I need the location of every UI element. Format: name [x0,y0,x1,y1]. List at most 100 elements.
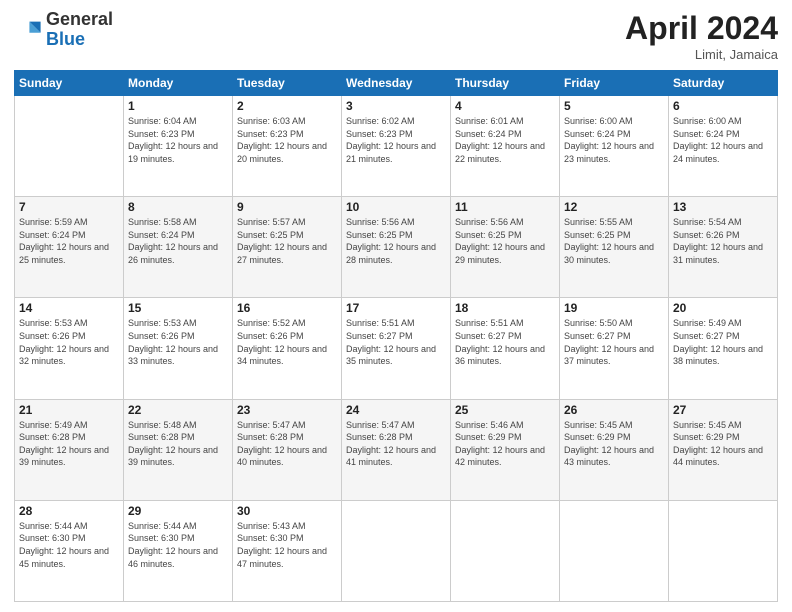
title-block: April 2024 Limit, Jamaica [625,10,778,62]
day-info: Sunrise: 5:56 AMSunset: 6:25 PMDaylight:… [455,216,555,266]
day-number: 22 [128,403,228,417]
day-info: Sunrise: 6:04 AMSunset: 6:23 PMDaylight:… [128,115,228,165]
location: Limit, Jamaica [625,47,778,62]
day-info: Sunrise: 5:48 AMSunset: 6:28 PMDaylight:… [128,419,228,469]
day-info: Sunrise: 5:51 AMSunset: 6:27 PMDaylight:… [346,317,446,367]
calendar-cell: 21 Sunrise: 5:49 AMSunset: 6:28 PMDayligh… [15,399,124,500]
day-info: Sunrise: 5:58 AMSunset: 6:24 PMDaylight:… [128,216,228,266]
general-blue-icon [14,16,42,44]
day-info: Sunrise: 5:57 AMSunset: 6:25 PMDaylight:… [237,216,337,266]
day-info: Sunrise: 5:50 AMSunset: 6:27 PMDaylight:… [564,317,664,367]
day-info: Sunrise: 5:54 AMSunset: 6:26 PMDaylight:… [673,216,773,266]
day-info: Sunrise: 5:52 AMSunset: 6:26 PMDaylight:… [237,317,337,367]
month-title: April 2024 [625,10,778,47]
day-info: Sunrise: 5:51 AMSunset: 6:27 PMDaylight:… [455,317,555,367]
week-row-2: 7 Sunrise: 5:59 AMSunset: 6:24 PMDaylight… [15,197,778,298]
day-number: 20 [673,301,773,315]
calendar-cell: 5 Sunrise: 6:00 AMSunset: 6:24 PMDaylight… [560,96,669,197]
day-number: 23 [237,403,337,417]
calendar-cell: 9 Sunrise: 5:57 AMSunset: 6:25 PMDaylight… [233,197,342,298]
calendar-cell: 27Sunrise: 5:45 AMSunset: 6:29 PMDayligh… [669,399,778,500]
week-row-1: 1 Sunrise: 6:04 AMSunset: 6:23 PMDaylight… [15,96,778,197]
calendar-cell: 8 Sunrise: 5:58 AMSunset: 6:24 PMDaylight… [124,197,233,298]
weekday-header-thursday: Thursday [451,71,560,96]
weekday-header-row: SundayMondayTuesdayWednesdayThursdayFrid… [15,71,778,96]
calendar-cell: 6 Sunrise: 6:00 AMSunset: 6:24 PMDaylight… [669,96,778,197]
day-number: 17 [346,301,446,315]
calendar-cell: 26 Sunrise: 5:45 AMSunset: 6:29 PMDayligh… [560,399,669,500]
week-row-5: 28 Sunrise: 5:44 AMSunset: 6:30 PMDayligh… [15,500,778,601]
day-number: 7 [19,200,119,214]
day-number: 28 [19,504,119,518]
day-info: Sunrise: 5:56 AMSunset: 6:25 PMDaylight:… [346,216,446,266]
calendar-cell: 13Sunrise: 5:54 AMSunset: 6:26 PMDayligh… [669,197,778,298]
day-info: Sunrise: 5:55 AMSunset: 6:25 PMDaylight:… [564,216,664,266]
day-number: 19 [564,301,664,315]
weekday-header-wednesday: Wednesday [342,71,451,96]
calendar-cell: 16 Sunrise: 5:52 AMSunset: 6:26 PMDayligh… [233,298,342,399]
day-info: Sunrise: 5:49 AMSunset: 6:28 PMDaylight:… [19,419,119,469]
week-row-3: 14Sunrise: 5:53 AMSunset: 6:26 PMDayligh… [15,298,778,399]
calendar-cell: 28 Sunrise: 5:44 AMSunset: 6:30 PMDayligh… [15,500,124,601]
day-number: 2 [237,99,337,113]
logo-blue: Blue [46,29,85,49]
calendar-cell [560,500,669,601]
day-number: 3 [346,99,446,113]
header: General Blue April 2024 Limit, Jamaica [14,10,778,62]
calendar-cell: 14Sunrise: 5:53 AMSunset: 6:26 PMDayligh… [15,298,124,399]
page: General Blue April 2024 Limit, Jamaica S… [0,0,792,612]
day-number: 11 [455,200,555,214]
day-number: 18 [455,301,555,315]
day-info: Sunrise: 6:02 AMSunset: 6:23 PMDaylight:… [346,115,446,165]
day-number: 15 [128,301,228,315]
day-info: Sunrise: 6:00 AMSunset: 6:24 PMDaylight:… [564,115,664,165]
weekday-header-tuesday: Tuesday [233,71,342,96]
day-info: Sunrise: 5:53 AMSunset: 6:26 PMDaylight:… [128,317,228,367]
calendar-cell: 18 Sunrise: 5:51 AMSunset: 6:27 PMDayligh… [451,298,560,399]
calendar-cell: 17 Sunrise: 5:51 AMSunset: 6:27 PMDayligh… [342,298,451,399]
calendar-cell: 15 Sunrise: 5:53 AMSunset: 6:26 PMDayligh… [124,298,233,399]
calendar-cell: 7 Sunrise: 5:59 AMSunset: 6:24 PMDaylight… [15,197,124,298]
day-number: 1 [128,99,228,113]
calendar-cell: 23 Sunrise: 5:47 AMSunset: 6:28 PMDayligh… [233,399,342,500]
logo-text: General Blue [46,10,113,50]
calendar-cell: 12Sunrise: 5:55 AMSunset: 6:25 PMDayligh… [560,197,669,298]
calendar-cell [451,500,560,601]
day-info: Sunrise: 5:46 AMSunset: 6:29 PMDaylight:… [455,419,555,469]
calendar-cell: 10Sunrise: 5:56 AMSunset: 6:25 PMDayligh… [342,197,451,298]
day-number: 6 [673,99,773,113]
calendar-cell: 2Sunrise: 6:03 AMSunset: 6:23 PMDaylight… [233,96,342,197]
day-number: 24 [346,403,446,417]
day-number: 4 [455,99,555,113]
day-info: Sunrise: 6:00 AMSunset: 6:24 PMDaylight:… [673,115,773,165]
day-info: Sunrise: 5:47 AMSunset: 6:28 PMDaylight:… [237,419,337,469]
day-info: Sunrise: 5:43 AMSunset: 6:30 PMDaylight:… [237,520,337,570]
logo: General Blue [14,10,113,50]
calendar-cell: 25Sunrise: 5:46 AMSunset: 6:29 PMDayligh… [451,399,560,500]
day-number: 8 [128,200,228,214]
day-number: 5 [564,99,664,113]
day-info: Sunrise: 5:45 AMSunset: 6:29 PMDaylight:… [564,419,664,469]
day-number: 9 [237,200,337,214]
day-number: 26 [564,403,664,417]
calendar-cell: 24 Sunrise: 5:47 AMSunset: 6:28 PMDayligh… [342,399,451,500]
calendar-cell [669,500,778,601]
day-info: Sunrise: 5:59 AMSunset: 6:24 PMDaylight:… [19,216,119,266]
weekday-header-saturday: Saturday [669,71,778,96]
calendar-cell: 19 Sunrise: 5:50 AMSunset: 6:27 PMDayligh… [560,298,669,399]
logo-general: General [46,9,113,29]
day-info: Sunrise: 5:47 AMSunset: 6:28 PMDaylight:… [346,419,446,469]
calendar-cell: 11 Sunrise: 5:56 AMSunset: 6:25 PMDayligh… [451,197,560,298]
day-number: 29 [128,504,228,518]
day-info: Sunrise: 5:44 AMSunset: 6:30 PMDaylight:… [19,520,119,570]
calendar-cell: 30 Sunrise: 5:43 AMSunset: 6:30 PMDayligh… [233,500,342,601]
day-info: Sunrise: 6:01 AMSunset: 6:24 PMDaylight:… [455,115,555,165]
day-number: 16 [237,301,337,315]
calendar-cell: 1 Sunrise: 6:04 AMSunset: 6:23 PMDaylight… [124,96,233,197]
day-info: Sunrise: 5:53 AMSunset: 6:26 PMDaylight:… [19,317,119,367]
day-info: Sunrise: 5:49 AMSunset: 6:27 PMDaylight:… [673,317,773,367]
day-number: 30 [237,504,337,518]
day-number: 21 [19,403,119,417]
weekday-header-friday: Friday [560,71,669,96]
day-number: 27 [673,403,773,417]
